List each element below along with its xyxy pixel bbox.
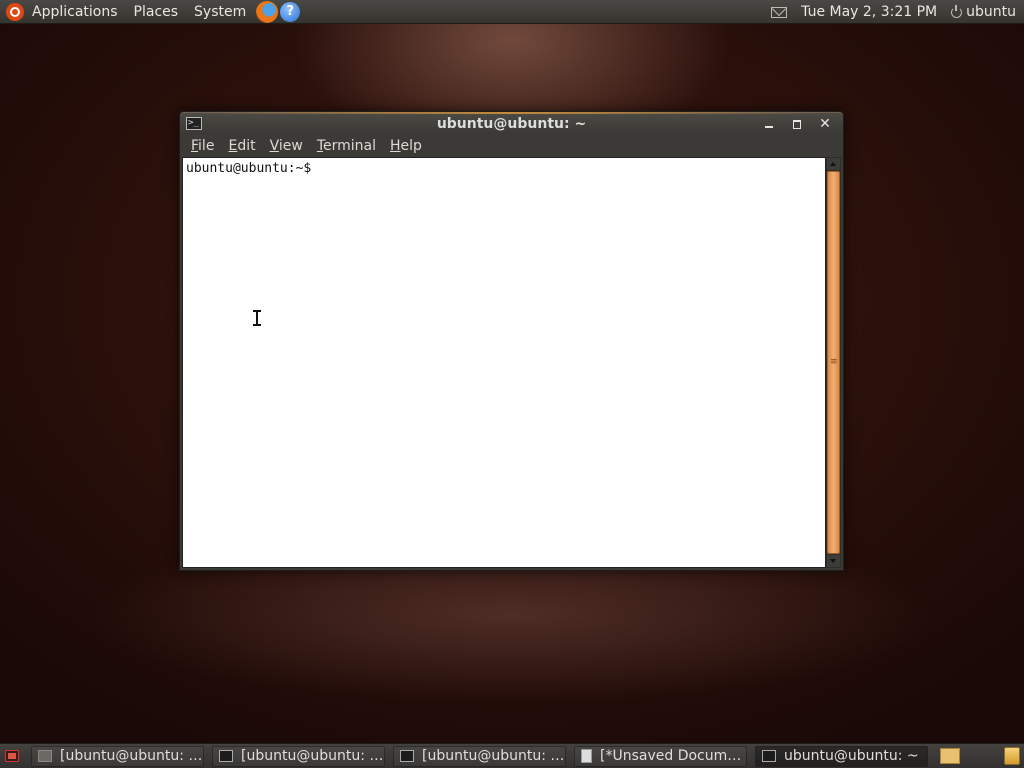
minimize-button[interactable] [760,115,778,133]
taskbar-item[interactable]: [ubuntu@ubuntu: ~] [212,745,385,767]
scrollbar-thumb[interactable] [827,171,840,554]
scroll-down-arrow-icon[interactable] [827,555,840,567]
show-desktop-icon[interactable] [5,750,19,762]
text-editor-icon [581,749,592,763]
menu-view[interactable]: View [263,138,310,154]
mouse-ibeam-cursor-icon [253,310,261,326]
taskbar-item[interactable]: [ubuntu@ubuntu: ~] [393,745,566,767]
window-titlebar[interactable]: >_ ubuntu@ubuntu: ~ ✕ [180,112,843,134]
menu-terminal[interactable]: Terminal [310,138,383,154]
power-icon[interactable] [951,4,963,18]
help-icon[interactable]: ? [280,1,301,22]
maximize-button[interactable] [788,115,806,133]
terminal-icon [400,750,414,762]
trash-icon[interactable] [1004,747,1020,765]
terminal-scrollbar[interactable] [826,157,841,568]
workspace-switcher[interactable] [940,748,960,764]
window-title: ubuntu@ubuntu: ~ [436,116,587,132]
menu-help[interactable]: Help [383,138,429,154]
places-menu[interactable]: Places [126,0,187,24]
ubuntu-logo-icon[interactable] [6,2,24,21]
menu-edit[interactable]: Edit [221,138,262,154]
applications-menu[interactable]: Applications [24,0,126,24]
mail-icon[interactable] [771,6,788,18]
terminal-minimized-icon [38,750,52,762]
terminal-icon [762,750,776,762]
taskbar-item-active[interactable]: ubuntu@ubuntu: ~ [755,745,928,767]
window-menubar: File Edit View Terminal Help [180,134,843,157]
system-menu[interactable]: System [186,0,254,24]
taskbar-item[interactable]: [*Unsaved Docume... [574,745,747,767]
scroll-up-arrow-icon[interactable] [827,158,840,170]
bottom-panel: [ubuntu@ubuntu: ~] [ubuntu@ubuntu: ~] [u… [0,743,1024,768]
shell-prompt: ubuntu@ubuntu:~$ [186,161,312,176]
terminal-text-area[interactable]: ubuntu@ubuntu:~$ [182,157,826,568]
user-menu[interactable]: ubuntu [966,4,1016,20]
terminal-icon [219,750,233,762]
terminal-window: >_ ubuntu@ubuntu: ~ ✕ File Edit View Ter… [179,111,844,571]
close-button[interactable]: ✕ [816,115,834,133]
taskbar-item[interactable]: [ubuntu@ubuntu: ~] [31,745,204,767]
top-panel: Applications Places System ? Tue May 2, … [0,0,1024,24]
top-panel-indicators: Tue May 2, 3:21 PM ubuntu [771,0,1024,24]
clock[interactable]: Tue May 2, 3:21 PM [801,4,937,20]
firefox-icon[interactable] [256,0,279,23]
menu-file[interactable]: File [184,138,221,154]
